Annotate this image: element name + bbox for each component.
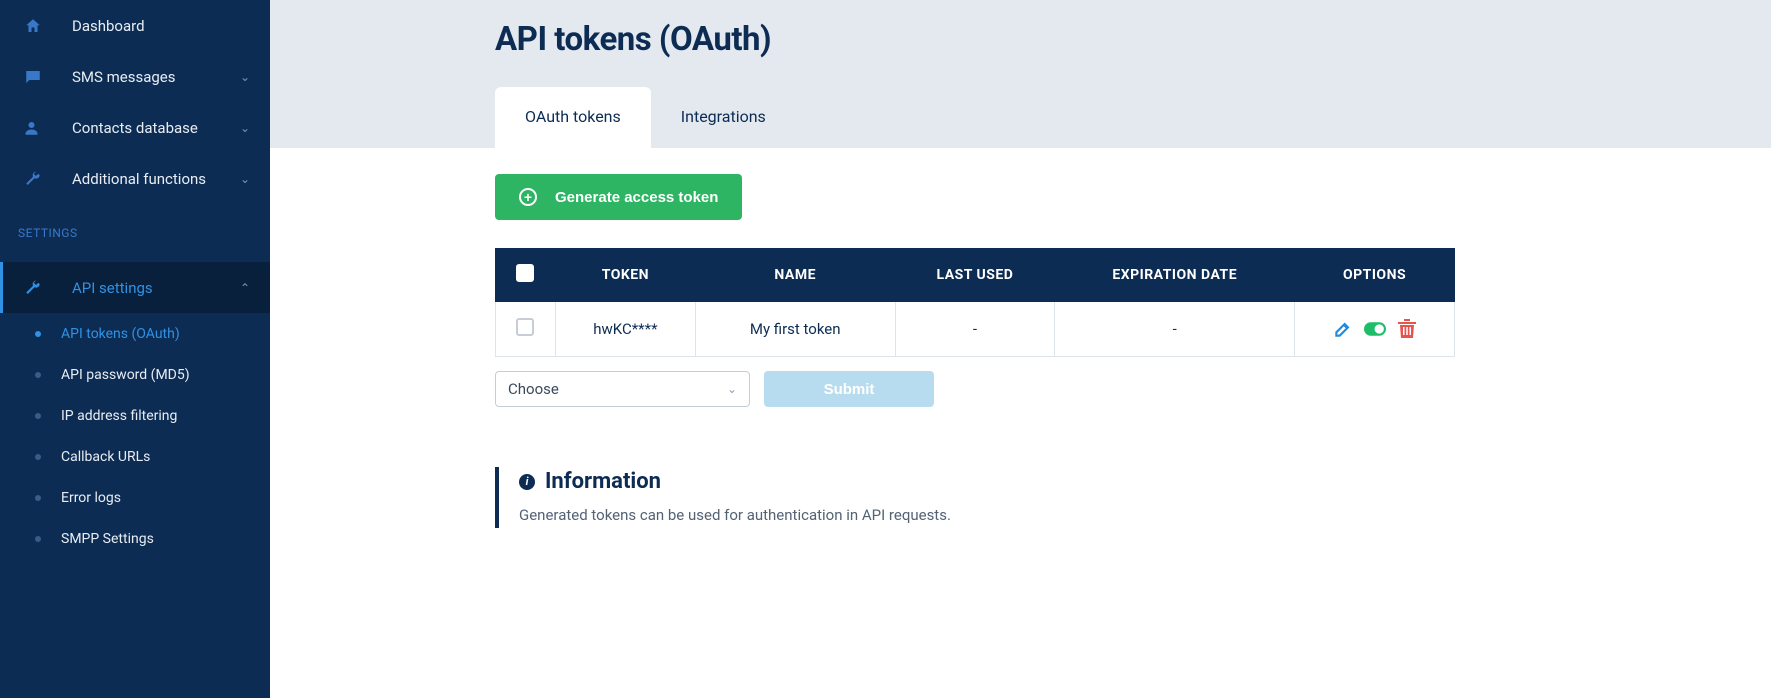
sidebar-item-contacts[interactable]: Contacts database ⌄ — [0, 102, 270, 153]
generate-token-button[interactable]: + Generate access token — [495, 174, 742, 220]
chevron-down-icon: ⌄ — [240, 70, 250, 84]
toggle-on-icon[interactable] — [1364, 318, 1386, 340]
content: + Generate access token TOKEN NAME LAST … — [270, 148, 1771, 698]
col-name: NAME — [695, 249, 895, 302]
sidebar-sub-smpp[interactable]: SMPP Settings — [0, 518, 270, 559]
tabs: OAuth tokens Integrations — [495, 87, 1771, 148]
page-title: API tokens (OAuth) — [495, 20, 1771, 59]
info-title-text: Information — [545, 469, 661, 494]
sidebar-sub-ip-filter[interactable]: IP address filtering — [0, 395, 270, 436]
tab-integrations[interactable]: Integrations — [651, 87, 796, 148]
sidebar-label: Dashboard — [54, 17, 250, 35]
tab-oauth-tokens[interactable]: OAuth tokens — [495, 87, 651, 148]
sidebar-sub-label: Error logs — [61, 490, 121, 506]
sidebar-item-api-settings[interactable]: API settings ⌃ — [0, 262, 270, 313]
sidebar-sub-label: SMPP Settings — [61, 531, 154, 547]
plus-circle-icon: + — [519, 188, 537, 206]
cell-name: My first token — [695, 302, 895, 357]
sidebar-sub-label: API tokens (OAuth) — [61, 326, 180, 342]
bulk-action-select[interactable]: Choose ⌄ — [495, 371, 750, 407]
wrench-icon — [24, 279, 54, 297]
sidebar-sub-error-logs[interactable]: Error logs — [0, 477, 270, 518]
select-all-checkbox[interactable] — [516, 264, 534, 282]
col-last-used: LAST USED — [895, 249, 1055, 302]
col-expiration: EXPIRATION DATE — [1055, 249, 1295, 302]
bullet-icon — [35, 454, 41, 460]
chat-icon — [24, 68, 54, 86]
sidebar-label: API settings — [54, 279, 240, 297]
table-header-row: TOKEN NAME LAST USED EXPIRATION DATE OPT… — [496, 249, 1455, 302]
col-options: OPTIONS — [1295, 249, 1455, 302]
sidebar: Dashboard SMS messages ⌄ Contacts databa… — [0, 0, 270, 698]
user-icon — [24, 119, 54, 137]
sidebar-section-header: SETTINGS — [0, 204, 270, 262]
wrench-icon — [24, 170, 54, 188]
bulk-action-label: Choose — [508, 380, 559, 398]
chevron-down-icon: ⌄ — [240, 121, 250, 135]
sidebar-item-sms[interactable]: SMS messages ⌄ — [0, 51, 270, 102]
generate-token-label: Generate access token — [555, 189, 718, 206]
row-checkbox[interactable] — [516, 318, 534, 336]
submit-button[interactable]: Submit — [764, 371, 934, 407]
tokens-table: TOKEN NAME LAST USED EXPIRATION DATE OPT… — [495, 248, 1455, 357]
bullet-icon — [35, 413, 41, 419]
info-box: i Information Generated tokens can be us… — [495, 467, 1455, 528]
sidebar-label: SMS messages — [54, 68, 240, 86]
main-area: API tokens (OAuth) OAuth tokens Integrat… — [270, 0, 1771, 698]
sidebar-sub-api-tokens[interactable]: API tokens (OAuth) — [0, 313, 270, 354]
sidebar-item-dashboard[interactable]: Dashboard — [0, 0, 270, 51]
sidebar-sub-callback[interactable]: Callback URLs — [0, 436, 270, 477]
cell-expiration: - — [1055, 302, 1295, 357]
chevron-down-icon: ⌄ — [240, 172, 250, 186]
info-icon: i — [519, 474, 535, 490]
sidebar-item-additional[interactable]: Additional functions ⌄ — [0, 153, 270, 204]
row-options — [1305, 318, 1444, 340]
sidebar-label: Additional functions — [54, 170, 240, 188]
bulk-actions: Choose ⌄ Submit — [495, 371, 1771, 407]
col-token: TOKEN — [555, 249, 695, 302]
bullet-icon — [35, 495, 41, 501]
bullet-icon — [35, 331, 41, 337]
bullet-icon — [35, 536, 41, 542]
sidebar-sub-api-password[interactable]: API password (MD5) — [0, 354, 270, 395]
edit-icon[interactable] — [1332, 318, 1354, 340]
chevron-up-icon: ⌃ — [240, 281, 250, 295]
cell-token: hwKC**** — [555, 302, 695, 357]
info-text: Generated tokens can be used for authent… — [519, 506, 1455, 524]
sidebar-sub-label: Callback URLs — [61, 449, 150, 465]
info-title: i Information — [519, 469, 1455, 494]
bullet-icon — [35, 372, 41, 378]
sidebar-sub-label: IP address filtering — [61, 408, 177, 424]
delete-icon[interactable] — [1396, 318, 1418, 340]
sidebar-sub-label: API password (MD5) — [61, 367, 190, 383]
header-band: API tokens (OAuth) OAuth tokens Integrat… — [270, 0, 1771, 148]
home-icon — [24, 17, 54, 35]
table-row: hwKC**** My first token - - — [496, 302, 1455, 357]
sidebar-label: Contacts database — [54, 119, 240, 137]
cell-last-used: - — [895, 302, 1055, 357]
chevron-down-icon: ⌄ — [727, 382, 737, 396]
